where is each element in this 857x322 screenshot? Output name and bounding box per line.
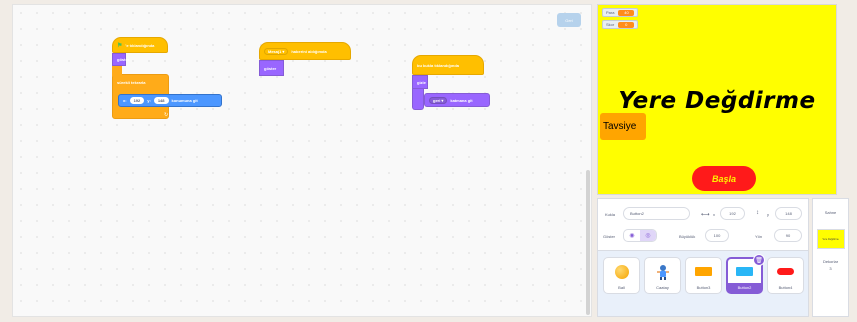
chevron-down-icon: ▾: [282, 48, 285, 54]
sprite-name: Button4: [778, 285, 793, 290]
block-label: göster: [264, 65, 277, 71]
sprite-name: Button2: [728, 283, 761, 292]
visibility-toggle[interactable]: ◉ ◎: [623, 229, 657, 242]
x-position-icon: ⟷: [701, 212, 710, 218]
message-dropdown-value: Mesaj1: [268, 48, 282, 54]
block-label: katmana git: [450, 97, 473, 103]
show-block[interactable]: göster: [112, 53, 130, 66]
tavsiye-sprite[interactable]: Tavsiye: [600, 113, 646, 140]
goto-y-label: y:: [147, 98, 151, 103]
sprite-tile-button3[interactable]: Button3: [685, 257, 722, 294]
x-label: x: [713, 212, 715, 217]
y-position-input[interactable]: 148: [775, 207, 802, 220]
hide-block[interactable]: gizle: [412, 75, 428, 89]
stage-title-text: Yere Değdirme: [618, 88, 816, 114]
go-to-layer-block[interactable]: geri ▾ katmana git: [424, 93, 490, 107]
goto-xy-block[interactable]: x: 192 y: 148 konumuna git: [118, 94, 222, 107]
sprite-tile-caatay[interactable]: Caatay: [644, 257, 681, 294]
sprite-name: Ball: [618, 285, 625, 290]
monitor-label: Para: [606, 10, 615, 15]
y-label: y: [767, 212, 769, 217]
stage-selector[interactable]: Sahne Yere Değdirme Dekorlar 3: [812, 198, 849, 317]
monitor-value: 0: [618, 21, 635, 28]
code-area-scrollbar[interactable]: [586, 170, 590, 315]
block-label: göster: [117, 57, 130, 62]
goto-x-input[interactable]: 192: [129, 97, 145, 104]
y-position-icon: ↕: [756, 210, 759, 216]
green-flag-icon: ⚑: [117, 42, 123, 49]
sprite-info-panel: Kukla Button2 ⟷ x 192 ↕ y 148 Göster ◉ ◎…: [598, 199, 808, 251]
sprite-pane: Kukla Button2 ⟷ x 192 ↕ y 148 Göster ◉ ◎…: [597, 198, 809, 317]
block-label: bu kukla tıklandığında: [417, 62, 460, 68]
chevron-down-icon: ▾: [441, 97, 444, 103]
block-label: konumuna git: [171, 98, 198, 103]
button3-thumbnail: [695, 258, 712, 285]
stage-thumbnail[interactable]: Yere Değdirme: [816, 229, 845, 249]
stage[interactable]: Para 40 Skor 0 Yere Değdirme Tavsiye Baş…: [597, 4, 837, 195]
button2-thumbnail: [736, 259, 753, 283]
message-dropdown[interactable]: Mesaj1 ▾: [264, 47, 289, 55]
size-label: Büyüklük: [679, 234, 696, 239]
x-position-input[interactable]: 192: [720, 207, 745, 220]
sprite-name: Button3: [696, 285, 711, 290]
sprite-tile-button4[interactable]: Button4: [767, 257, 804, 294]
loop-arrow-icon: ↻: [164, 112, 169, 118]
goto-x-label: x:: [123, 98, 127, 103]
basla-sprite[interactable]: Başla: [692, 166, 756, 191]
button4-thumbnail: [777, 258, 794, 285]
layer-dropdown-value: geri: [433, 97, 441, 103]
sprite-name-input[interactable]: Button2: [623, 207, 690, 220]
direction-label: Yön: [755, 234, 763, 239]
show-label: Göster: [603, 234, 616, 239]
hide-block-bottom: [412, 89, 424, 110]
sprite-name: Caatay: [656, 285, 669, 290]
sprite-tile-button2[interactable]: Button2 🗑: [726, 254, 765, 294]
direction-input[interactable]: 90: [774, 229, 802, 242]
when-message-received-block[interactable]: Mesaj1 ▾ haberini aldığımda: [259, 42, 351, 60]
variable-monitor-para[interactable]: Para 40: [602, 8, 639, 17]
block-label: sürekli tekrarla: [117, 80, 146, 85]
sprite-name-label: Kukla: [605, 212, 616, 217]
goto-y-input[interactable]: 148: [153, 97, 169, 104]
backdrops-count: 3: [829, 266, 832, 271]
hidden-eye-icon[interactable]: ◎: [640, 230, 656, 241]
monitor-value: 40: [618, 9, 635, 16]
backdrops-label: Dekorlar: [822, 259, 839, 264]
block-label: gizle: [417, 79, 426, 85]
stage-heading: Sahne: [824, 210, 837, 215]
clean-up-button[interactable]: Geri: [557, 13, 581, 27]
monitor-label: Skor: [606, 22, 615, 27]
when-flag-clicked-block[interactable]: ⚑ 'e tıklandığında: [112, 37, 168, 53]
when-sprite-clicked-block[interactable]: bu kukla tıklandığında: [412, 55, 484, 75]
ball-thumbnail: [614, 258, 629, 285]
size-input[interactable]: 100: [705, 229, 729, 242]
show-block[interactable]: göster: [259, 60, 284, 76]
variable-monitor-skor[interactable]: Skor 0: [602, 20, 639, 29]
sprite-tile-ball[interactable]: Ball: [603, 257, 640, 294]
caatay-thumbnail: [656, 258, 670, 285]
block-label: 'e tıklandığında: [125, 42, 155, 48]
block-label: haberini aldığımda: [291, 48, 327, 54]
stage-thumbnail-text: Yere Değdirme: [822, 237, 839, 241]
visible-eye-icon[interactable]: ◉: [624, 230, 640, 241]
forever-block-connector: [112, 66, 122, 76]
delete-sprite-icon[interactable]: 🗑: [753, 254, 765, 266]
layer-dropdown[interactable]: geri ▾: [429, 96, 448, 104]
